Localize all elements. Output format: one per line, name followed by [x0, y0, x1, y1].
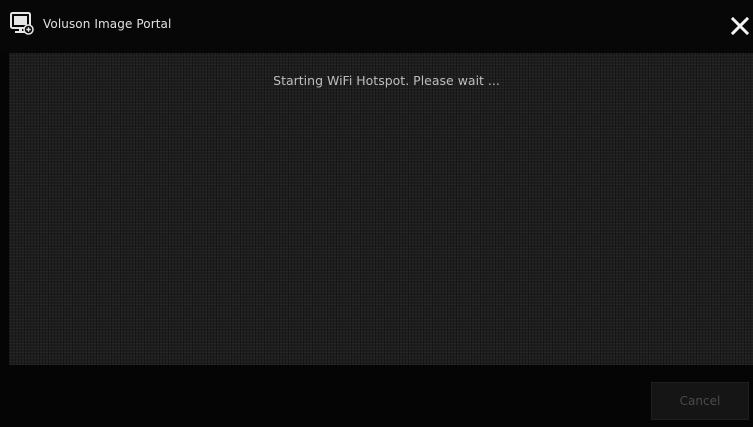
title-bar: Voluson Image Portal: [0, 0, 753, 53]
status-message: Starting WiFi Hotspot. Please wait ...: [273, 73, 500, 88]
portal-monitor-icon: [10, 11, 34, 35]
window-title: Voluson Image Portal: [43, 17, 172, 31]
dialog-footer: Cancel: [0, 365, 753, 427]
close-icon[interactable]: [729, 15, 751, 37]
cancel-button[interactable]: Cancel: [651, 382, 749, 420]
status-panel: Starting WiFi Hotspot. Please wait ...: [9, 53, 753, 365]
image-portal-dialog: Voluson Image Portal Starting WiFi Hotsp…: [0, 0, 753, 427]
